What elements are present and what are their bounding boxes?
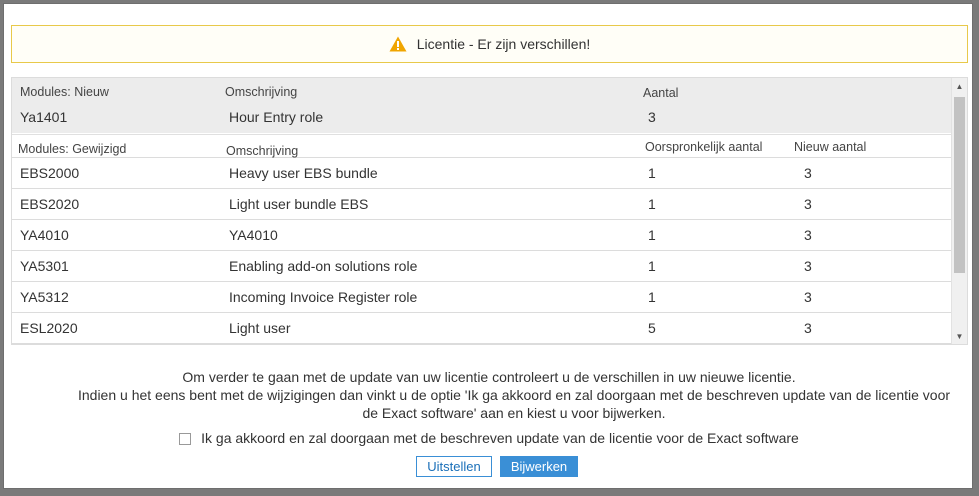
module-code: YA5301 [20,258,69,274]
new-quantity: 3 [804,196,812,212]
warning-triangle-icon [389,36,407,52]
warning-text: Licentie - Er zijn verschillen! [416,36,591,52]
table-row[interactable]: ESL2020 Light user 5 3 [12,313,952,344]
module-description: Light user bundle EBS [229,196,369,212]
postpone-button[interactable]: Uitstellen [416,456,492,477]
col-header-description: Omschrijving [226,144,299,158]
agree-checkbox[interactable] [179,433,192,445]
license-dialog: Licentie - Er zijn verschillen! Modules:… [3,3,973,489]
table-row[interactable]: EBS2020 Light user bundle EBS 1 3 [12,189,952,220]
new-quantity: 3 [804,258,812,274]
table-row[interactable]: EBS2000 Heavy user EBS bundle 1 3 [12,158,952,189]
col-header-new-quantity: Nieuw aantal [794,140,867,154]
module-quantity: 3 [648,109,656,125]
table-row[interactable]: Ya1401 Hour Entry role 3 [12,102,952,133]
new-quantity: 3 [804,320,812,336]
original-quantity: 1 [648,227,656,243]
module-description: Incoming Invoice Register role [229,289,418,305]
new-quantity: 3 [804,165,812,181]
module-code: YA4010 [20,227,69,243]
update-button[interactable]: Bijwerken [500,456,578,477]
new-quantity: 3 [804,227,812,243]
info-line-2: Indien u het eens bent met de wijziginge… [77,387,951,421]
modules-table: Modules: Nieuw Omschrijving Aantal Ya140… [11,77,968,345]
col-header-changed-modules: Modules: Gewijzigd [18,142,127,156]
changed-modules-header: Modules: Gewijzigd Omschrijving Oorspron… [12,134,952,158]
agreement-row: Ik ga akkoord en zal doorgaan met de bes… [4,430,974,446]
table-row[interactable]: YA5301 Enabling add-on solutions role 1 … [12,251,952,282]
table-row[interactable]: YA5312 Incoming Invoice Register role 1 … [12,282,952,313]
module-description: YA4010 [229,227,278,243]
vertical-scrollbar[interactable]: ▲ ▼ [951,78,967,344]
module-code: YA5312 [20,289,69,305]
original-quantity: 1 [648,165,656,181]
col-header-quantity: Aantal [643,86,679,100]
module-description: Enabling add-on solutions role [229,258,418,274]
module-code: EBS2000 [20,165,80,181]
warning-banner: Licentie - Er zijn verschillen! [11,25,968,63]
col-header-original-quantity: Oorspronkelijk aantal [645,140,763,154]
original-quantity: 1 [648,289,656,305]
new-modules-header: Modules: Nieuw Omschrijving Aantal [12,78,952,102]
info-line-1: Om verder te gaan met de update van uw l… [182,369,796,385]
original-quantity: 1 [648,258,656,274]
table-row[interactable]: YA4010 YA4010 1 3 [12,220,952,251]
new-quantity: 3 [804,289,812,305]
module-description: Light user [229,320,291,336]
original-quantity: 1 [648,196,656,212]
col-header-description: Omschrijving [225,85,298,99]
agree-label[interactable]: Ik ga akkoord en zal doorgaan met de bes… [201,430,799,446]
module-code: Ya1401 [20,109,68,125]
module-code: ESL2020 [20,320,78,336]
module-code: EBS2020 [20,196,80,212]
module-description: Heavy user EBS bundle [229,165,378,181]
col-header-new-modules: Modules: Nieuw [20,85,109,99]
module-description: Hour Entry role [229,109,324,125]
original-quantity: 5 [648,320,656,336]
scroll-down-arrow-icon[interactable]: ▼ [952,330,967,344]
scrollbar-thumb[interactable] [954,97,965,273]
scroll-up-arrow-icon[interactable]: ▲ [952,80,967,94]
